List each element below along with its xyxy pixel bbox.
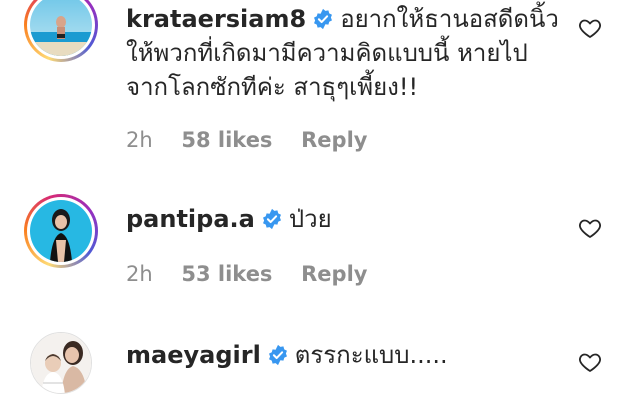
avatar (30, 0, 92, 56)
comment-time: 2h (126, 262, 153, 286)
verified-badge-icon (268, 344, 287, 366)
comment-meta: 2h 58 likes Reply (126, 128, 389, 152)
heart-outline-icon[interactable] (578, 216, 602, 240)
avatar-story-ring[interactable] (24, 194, 98, 268)
comment-username[interactable]: pantipa.a (126, 205, 255, 233)
comment-item: maeyagirl ตรรกะแบบ..... (0, 320, 628, 412)
comment-username[interactable]: krataersiam8 (126, 5, 306, 33)
verified-badge-icon (262, 208, 281, 230)
comment-text: ตรรกะแบบ..... (294, 341, 448, 369)
avatar[interactable] (30, 332, 92, 394)
comment-likes[interactable]: 58 likes (181, 128, 272, 152)
comment-time: 2h (126, 128, 153, 152)
comment-item: pantipa.a ป่วย 2h 53 likes Reply (0, 190, 628, 300)
reply-button[interactable]: Reply (301, 128, 367, 152)
avatar (30, 200, 92, 262)
comment-meta: 2h 53 likes Reply (126, 262, 389, 286)
comment-text: ป่วย (288, 205, 332, 233)
reply-button[interactable]: Reply (301, 262, 367, 286)
comment-username[interactable]: maeyagirl (126, 341, 261, 369)
comment-likes[interactable]: 53 likes (181, 262, 272, 286)
heart-outline-icon[interactable] (578, 16, 602, 40)
avatar-story-ring[interactable] (24, 0, 98, 62)
heart-outline-icon[interactable] (578, 350, 602, 374)
verified-badge-icon (314, 8, 333, 30)
comment-item: krataersiam8 อยากให้ธานอสดีดนิ้วให้พวกที่… (0, 0, 628, 152)
